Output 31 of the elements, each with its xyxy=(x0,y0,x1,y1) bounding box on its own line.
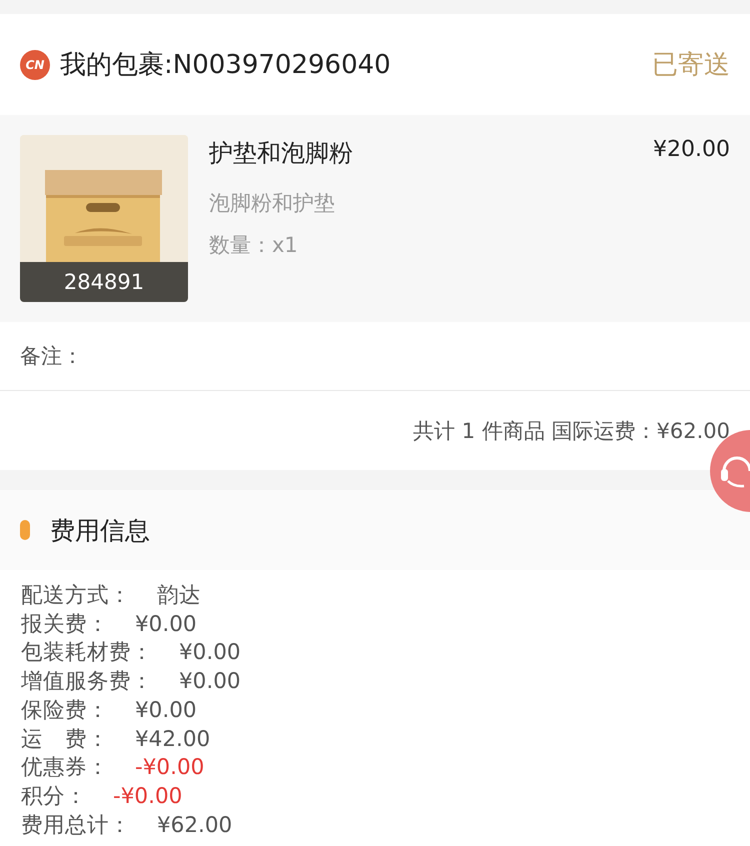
fee-value: ¥0.00 xyxy=(179,669,241,694)
package-title: 我的包裹:N003970296040 xyxy=(60,49,392,82)
fee-label: 运 费： xyxy=(21,726,109,752)
fee-value: ¥0.00 xyxy=(135,698,197,723)
product-name: 护垫和泡脚粉 xyxy=(209,138,354,169)
fee-value: ¥62.00 xyxy=(157,812,232,838)
product-spec: 泡脚粉和护垫 xyxy=(209,190,336,217)
section-marker xyxy=(20,520,30,540)
fee-value: ¥0.00 xyxy=(179,640,241,666)
logo-icon: CN xyxy=(20,50,50,80)
fee-label: 费用总计： xyxy=(21,812,131,838)
quantity-value: x1 xyxy=(272,233,298,257)
fee-value: -¥0.00 xyxy=(113,784,182,809)
quantity-label: 数量： xyxy=(209,233,272,257)
fee-label: 报关费： xyxy=(21,612,109,637)
fee-value: ¥0.00 xyxy=(135,612,197,637)
order-summary: 共计 1 件商品 国际运费：¥62.00 xyxy=(413,418,730,444)
image-caption: 284891 xyxy=(20,262,188,302)
fee-value: 韵达 xyxy=(157,583,201,608)
product-price: ¥20.00 xyxy=(653,137,730,164)
fee-label: 积分： xyxy=(21,784,87,809)
fee-label: 保险费： xyxy=(21,698,109,723)
fee-label: 配送方式： xyxy=(21,583,131,608)
package-status: 已寄送 xyxy=(652,49,730,82)
fee-label: 优惠券： xyxy=(21,755,109,780)
remark-label: 备注： xyxy=(20,343,83,370)
fee-label: 包装耗材费： xyxy=(21,640,153,666)
fee-value: -¥0.00 xyxy=(135,755,204,780)
fee-value: ¥42.00 xyxy=(135,726,210,752)
section-title: 费用信息 xyxy=(50,514,150,546)
fee-label: 增值服务费： xyxy=(21,669,153,694)
